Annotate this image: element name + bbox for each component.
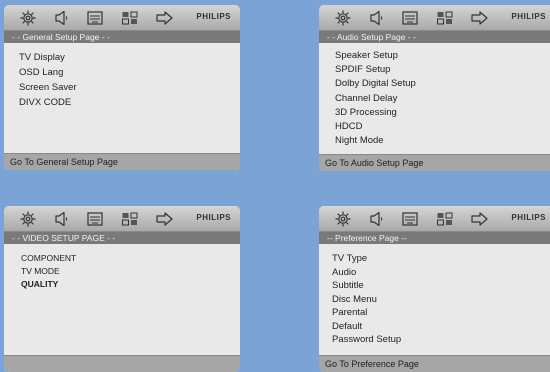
page-title: -- Preference Page -- <box>319 232 550 244</box>
exit-icon[interactable] <box>154 8 176 27</box>
toolbar: PHILIPS <box>319 206 550 232</box>
video-icon[interactable] <box>84 8 106 27</box>
menu-item-divx-code[interactable]: DIVX CODE <box>19 97 240 112</box>
page-title: - - Audio Setup Page - - <box>319 31 550 43</box>
speaker-icon[interactable] <box>366 8 388 27</box>
menu-item-dolby-digital-setup[interactable]: Dolby Digital Setup <box>335 78 550 92</box>
toolbar: PHILIPS <box>319 5 550 31</box>
exit-icon[interactable] <box>154 209 176 228</box>
video-icon[interactable] <box>399 209 421 228</box>
status-footer: Go To General Setup Page <box>4 153 240 170</box>
menu-item-default[interactable]: Default <box>332 321 550 335</box>
gear-icon[interactable] <box>332 8 354 27</box>
menu-item-tv-display[interactable]: TV Display <box>19 52 240 67</box>
preference-icon[interactable] <box>434 209 456 228</box>
brand-logo: PHILIPS <box>511 12 546 21</box>
menu-item-password-setup[interactable]: Password Setup <box>332 334 550 348</box>
page-title: - - VIDEO SETUP PAGE - - <box>4 232 240 244</box>
toolbar: PHILIPS <box>4 5 240 31</box>
exit-icon[interactable] <box>469 209 491 228</box>
menu-item-3d-processing[interactable]: 3D Processing <box>335 107 550 121</box>
speaker-icon[interactable] <box>366 209 388 228</box>
status-footer: Go To Preference Page <box>319 355 550 372</box>
gear-icon[interactable] <box>332 209 354 228</box>
preference-icon[interactable] <box>119 8 141 27</box>
video-icon[interactable] <box>84 209 106 228</box>
gear-icon[interactable] <box>17 209 39 228</box>
video-icon[interactable] <box>399 8 421 27</box>
brand-logo: PHILIPS <box>196 213 231 222</box>
audio-setup-panel: PHILIPS - - Audio Setup Page - - Speaker… <box>319 5 550 171</box>
menu-item-hdcd[interactable]: HDCD <box>335 121 550 135</box>
video-setup-panel: PHILIPS - - VIDEO SETUP PAGE - - COMPONE… <box>4 206 240 372</box>
status-footer: Go To Audio Setup Page <box>319 154 550 171</box>
menu-item-speaker-setup[interactable]: Speaker Setup <box>335 50 550 64</box>
preference-icon[interactable] <box>119 209 141 228</box>
exit-icon[interactable] <box>469 8 491 27</box>
menu-item-tv-type[interactable]: TV Type <box>332 253 550 267</box>
menu-item-component[interactable]: COMPONENT <box>21 253 240 266</box>
menu-item-disc-menu[interactable]: Disc Menu <box>332 294 550 308</box>
toolbar: PHILIPS <box>4 206 240 232</box>
brand-logo: PHILIPS <box>511 213 546 222</box>
brand-logo: PHILIPS <box>196 12 231 21</box>
speaker-icon[interactable] <box>51 8 73 27</box>
preference-icon[interactable] <box>434 8 456 27</box>
gear-icon[interactable] <box>17 8 39 27</box>
menu-item-tv-mode[interactable]: TV MODE <box>21 266 240 279</box>
status-footer <box>4 355 240 372</box>
menu-item-spdif-setup[interactable]: SPDIF Setup <box>335 64 550 78</box>
menu-item-osd-lang[interactable]: OSD Lang <box>19 67 240 82</box>
menu-item-parental[interactable]: Parental <box>332 307 550 321</box>
preference-panel: PHILIPS -- Preference Page -- TV Type Au… <box>319 206 550 372</box>
menu-item-channel-delay[interactable]: Channel Delay <box>335 93 550 107</box>
speaker-icon[interactable] <box>51 209 73 228</box>
general-setup-panel: PHILIPS - - General Setup Page - - TV Di… <box>4 5 240 170</box>
menu-item-quality[interactable]: QUALITY <box>21 279 240 292</box>
page-title: - - General Setup Page - - <box>4 31 240 43</box>
menu-item-subtitle[interactable]: Subtitle <box>332 280 550 294</box>
menu-item-night-mode[interactable]: Night Mode <box>335 135 550 149</box>
menu-item-audio[interactable]: Audio <box>332 267 550 281</box>
menu-item-screen-saver[interactable]: Screen Saver <box>19 82 240 97</box>
